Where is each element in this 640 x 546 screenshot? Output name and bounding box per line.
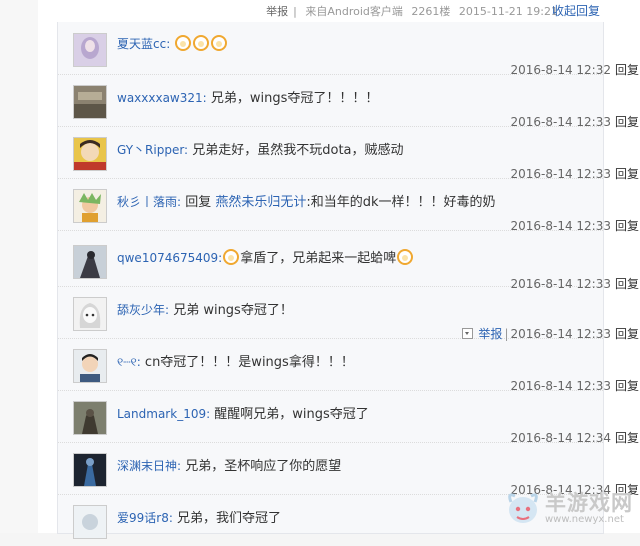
reply-item: ୧┈୧: cn夺冠了！！！是wings拿得！！！ 2016-8-14 12:33… [58,338,639,393]
reply-username[interactable]: ୧┈୧: [117,355,141,369]
reply-button[interactable]: 回复 [615,379,639,393]
reply-prefix: 回复 [185,195,212,210]
avatar[interactable] [73,297,107,331]
reply-item: Landmark_109: 醒醒啊兄弟，wings夺冠了 2016-8-14 1… [58,390,639,445]
watermark-title: 羊游戏网 [545,491,633,515]
emoji-icon [193,35,210,51]
reply-item: 秋彡丨落雨: 回复 燕然未乐归无计:和当年的dk一样！！！好毒的奶 2016-8… [58,178,639,233]
reply-button[interactable]: 回复 [615,219,639,233]
reply-text: :和当年的dk一样！！！好毒的奶 [306,195,496,210]
reply-item: GY丶Ripper: 兄弟走好，虽然我不玩dota，贼感动 2016-8-14 … [58,126,639,181]
emoji-icon [175,35,192,51]
post-meta: 举报 | 来自Android客户端 2261楼 2015-11-21 19:21 [266,3,563,19]
reply-content: 秋彡丨落雨: 回复 燕然未乐归无计:和当年的dk一样！！！好毒的奶 [117,191,496,210]
avatar[interactable] [73,401,107,435]
post-datetime: 2015-11-21 19:21 [458,5,558,18]
avatar[interactable] [73,189,107,223]
avatar[interactable] [73,85,107,119]
post-report-link[interactable]: 举报 [266,5,288,18]
reply-username[interactable]: Landmark_109: [117,407,210,421]
reply-list: 夏天蓝cc: 2016-8-14 12:32 回复 waxxxxaw321: 兄弟… [57,22,639,539]
reply-text: 拿盾了，兄弟起来一起蛤啤 [240,251,397,266]
reply-item: 舔灰少年: 兄弟 wings夺冠了！ 举报 | 2016-8-14 12:33 回复 [58,286,639,341]
avatar[interactable] [73,245,107,279]
watermark-url: www.newyx.net [545,514,624,525]
reply-text: 兄弟，圣杯响应了你的愿望 [185,459,342,474]
avatar[interactable] [73,505,107,539]
emoji-icon [397,249,414,265]
reply-button[interactable]: 回复 [615,115,639,129]
avatar[interactable] [73,137,107,171]
reply-username[interactable]: 舔灰少年: [117,303,169,317]
site-watermark: 羊游戏网 www.newyx.net [501,484,640,533]
reply-content: 深渊末日神: 兄弟，圣杯响应了你的愿望 [117,455,341,474]
reply-username[interactable]: qwe1074675409: [117,251,222,265]
emoji-icon [211,35,228,51]
avatar[interactable] [73,453,107,487]
reply-content: qwe1074675409: 拿盾了，兄弟起来一起蛤啤 [117,247,414,266]
reply-item: waxxxxaw321: 兄弟，wings夺冠了！！！！ 2016-8-14 1… [58,74,639,129]
reply-text: 醒醒啊兄弟，wings夺冠了 [214,407,369,422]
watermark-logo-icon [505,488,541,531]
reply-text: cn夺冠了！！！是wings拿得！！！ [144,355,354,370]
reply-content: ୧┈୧: cn夺冠了！！！是wings拿得！！！ [117,351,354,370]
reply-text: 兄弟走好，虽然我不玩dota，贼感动 [192,143,404,158]
post-area: 举报 | 来自Android客户端 2261楼 2015-11-21 19:21 … [38,0,640,539]
left-gutter [0,0,39,533]
post-meta-bar: 举报 | 来自Android客户端 2261楼 2015-11-21 19:21 … [38,0,640,22]
reply-content: 舔灰少年: 兄弟 wings夺冠了！ [117,299,293,318]
reply-username[interactable]: GY丶Ripper: [117,143,188,157]
reply-username[interactable]: 爱99话r8: [117,511,173,525]
reply-button[interactable]: 回复 [615,277,639,291]
reply-text: 兄弟，wings夺冠了！！！！ [210,91,379,106]
reply-item: qwe1074675409: 拿盾了，兄弟起来一起蛤啤 2016-8-14 12:… [58,230,639,291]
reply-quote-link[interactable]: 燕然未乐归无计 [215,195,306,210]
reply-item: 夏天蓝cc: 2016-8-14 12:32 回复 [58,22,639,77]
meta-separator: | [293,5,297,18]
reply-text: 兄弟，我们夺冠了 [177,511,282,526]
post-floor: 2261楼 [411,5,451,18]
post-source: 来自Android客户端 [305,5,403,18]
reply-button[interactable]: 回复 [615,431,639,445]
emoji-icon [223,249,240,265]
reply-content: Landmark_109: 醒醒啊兄弟，wings夺冠了 [117,403,369,422]
reply-content: 夏天蓝cc: [117,35,228,52]
reply-username[interactable]: 夏天蓝cc: [117,37,170,51]
reply-username[interactable]: 秋彡丨落雨: [117,195,181,209]
reply-content: waxxxxaw321: 兄弟，wings夺冠了！！！！ [117,87,378,106]
reply-content: GY丶Ripper: 兄弟走好，虽然我不玩dota，贼感动 [117,139,404,158]
avatar[interactable] [73,33,107,67]
reply-button[interactable]: 回复 [615,167,639,181]
reply-button[interactable]: 回复 [615,327,639,341]
reply-username[interactable]: 深渊末日神: [117,459,181,473]
avatar[interactable] [73,349,107,383]
reply-content: 爱99话r8: 兄弟，我们夺冠了 [117,507,281,526]
reply-text: 兄弟 wings夺冠了！ [173,303,293,318]
collapse-replies-button[interactable]: 收起回复 [552,2,600,19]
reply-username[interactable]: waxxxxaw321: [117,91,207,105]
reply-button[interactable]: 回复 [615,63,639,77]
